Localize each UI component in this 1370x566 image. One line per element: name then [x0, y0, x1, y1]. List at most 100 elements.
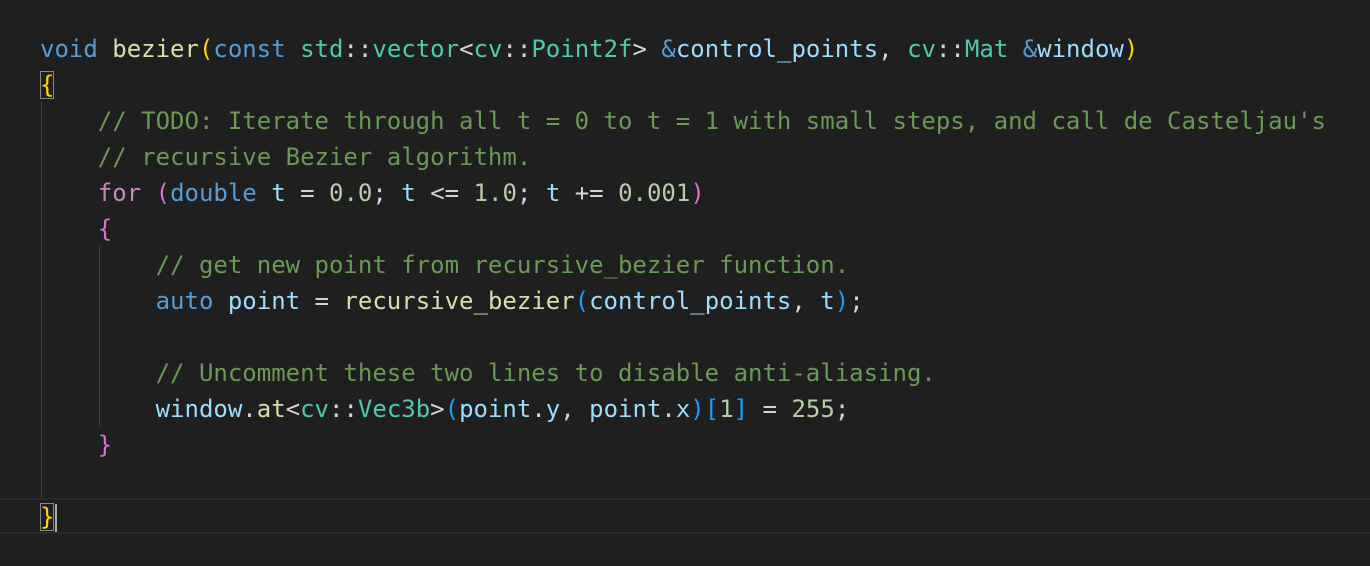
code-token: void: [40, 35, 98, 63]
code-comment: // get new point from recursive_bezier f…: [155, 251, 850, 279]
code-token: ::: [329, 395, 358, 423]
code-line[interactable]: }: [40, 499, 58, 535]
code-token: ::: [935, 35, 965, 63]
code-line[interactable]: // Uncomment these two lines to disable …: [40, 355, 936, 391]
code-token: control_points: [589, 287, 792, 315]
code-token: <: [459, 35, 474, 63]
code-token: x: [675, 395, 691, 423]
code-token: }: [97, 431, 113, 459]
code-editor[interactable]: void bezier(const std::vector<cv::Point2…: [0, 0, 1370, 566]
code-token: ): [690, 179, 705, 207]
code-token: ): [834, 287, 850, 315]
code-token: }: [40, 503, 55, 531]
code-line[interactable]: auto point = recursive_bezier(control_po…: [40, 283, 864, 319]
code-line[interactable]: // TODO: Iterate through all t = 0 to t …: [40, 103, 1326, 139]
code-token: point: [227, 287, 301, 315]
code-token: ): [1123, 35, 1139, 63]
code-token: bezier: [112, 35, 199, 63]
code-token: .: [242, 395, 257, 423]
code-line[interactable]: // get new point from recursive_bezier f…: [40, 247, 850, 283]
code-token: t: [820, 287, 835, 315]
code-token: 255: [791, 395, 835, 423]
code-token: y: [545, 395, 561, 423]
code-token: (: [155, 179, 171, 207]
code-token: cv: [473, 35, 503, 63]
code-token: auto: [155, 287, 214, 315]
code-token: <: [285, 395, 301, 423]
code-token: ]: [733, 395, 749, 423]
code-line[interactable]: }: [40, 427, 112, 463]
code-token: >: [430, 395, 445, 423]
code-token: point: [589, 395, 662, 423]
code-token: window: [1037, 35, 1124, 63]
code-token: ,: [791, 287, 821, 315]
code-token: Point2f: [531, 35, 633, 63]
code-line[interactable]: for (double t = 0.0; t <= 1.0; t += 0.00…: [40, 175, 705, 211]
code-token: double: [170, 179, 257, 207]
text-cursor: [55, 504, 58, 532]
code-comment: // Uncomment these two lines to disable …: [155, 359, 936, 387]
code-token: 0.001: [618, 179, 691, 207]
code-token: .: [531, 395, 546, 423]
code-token: {: [97, 215, 113, 243]
code-token: ): [690, 395, 705, 423]
code-token: cv: [300, 395, 330, 423]
code-token: 1.0: [473, 179, 517, 207]
code-token: [: [704, 395, 720, 423]
code-token: (: [198, 35, 214, 63]
code-token: (: [574, 287, 590, 315]
code-token: ;: [516, 179, 546, 207]
code-token: ;: [372, 179, 402, 207]
code-token: =: [300, 287, 344, 315]
code-comment: // TODO: Iterate through all t = 0 to t …: [97, 107, 1326, 135]
code-token: ,: [560, 395, 590, 423]
code-line[interactable]: void bezier(const std::vector<cv::Point2…: [40, 31, 1138, 67]
code-token: at: [256, 395, 286, 423]
code-token: +=: [560, 179, 619, 207]
code-token: .: [661, 395, 676, 423]
code-line[interactable]: window.at<cv::Vec3b>(point.y, point.x)[1…: [40, 391, 850, 427]
code-token: t: [271, 179, 286, 207]
code-token: ,: [878, 35, 908, 63]
code-token: &: [1022, 35, 1038, 63]
code-token: Vec3b: [357, 395, 431, 423]
code-line[interactable]: {: [40, 211, 112, 247]
code-token: {: [40, 71, 55, 99]
code-token: t: [545, 179, 561, 207]
code-token: recursive_bezier: [343, 287, 575, 315]
code-token: <=: [415, 179, 474, 207]
current-line-highlight: [0, 498, 1370, 534]
code-token: >: [632, 35, 647, 63]
code-token: ;: [834, 395, 850, 423]
code-token: control_points: [675, 35, 879, 63]
code-line[interactable]: {: [40, 67, 55, 103]
code-token: for: [97, 179, 142, 207]
code-token: window: [155, 395, 243, 423]
code-comment: // recursive Bezier algorithm.: [97, 143, 532, 171]
code-line[interactable]: // recursive Bezier algorithm.: [40, 139, 531, 175]
code-token: =: [748, 395, 792, 423]
code-token: point: [459, 395, 532, 423]
code-token: &: [661, 35, 676, 63]
code-token: cv: [907, 35, 936, 63]
code-token: (: [444, 395, 460, 423]
code-token: 1: [719, 395, 734, 423]
code-token: ::: [502, 35, 532, 63]
code-token: 0.0: [329, 179, 373, 207]
code-token: Mat: [964, 35, 1009, 63]
